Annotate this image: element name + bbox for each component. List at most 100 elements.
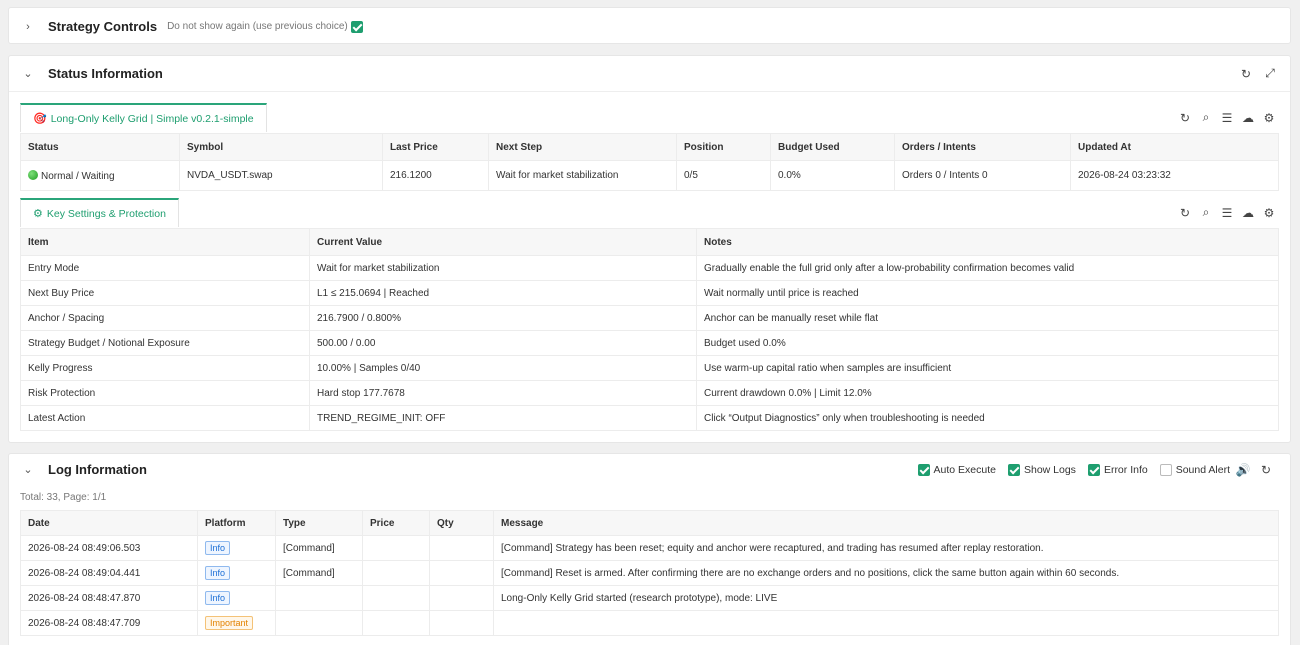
orders-intents-cell: Orders 0 / Intents 0 bbox=[894, 160, 1071, 191]
log-summary: Total: 33, Page: 1/1 bbox=[20, 492, 107, 503]
position-cell: 0/5 bbox=[676, 160, 771, 191]
status-table: Status Symbol Last Price Next Step Posit… bbox=[20, 133, 1279, 191]
auto-execute-checkbox[interactable] bbox=[917, 464, 930, 476]
value-cell: TREND_REGIME_INIT: OFF bbox=[309, 405, 697, 431]
gear-icon: ⚙ bbox=[33, 208, 43, 220]
refresh-icon[interactable]: ↻ bbox=[1256, 461, 1276, 479]
notes-cell: Gradually enable the full grid only afte… bbox=[696, 255, 1279, 281]
show-logs-checkbox[interactable] bbox=[1007, 464, 1020, 476]
value-cell: Hard stop 177.7678 bbox=[309, 380, 697, 406]
message-cell bbox=[493, 610, 1279, 636]
value-cell: Wait for market stabilization bbox=[309, 255, 697, 281]
gear-icon[interactable]: ⚙ bbox=[1259, 109, 1279, 127]
platform-cell: Info bbox=[197, 585, 276, 611]
date-cell: 2026-08-24 08:48:47.709 bbox=[20, 610, 198, 636]
item-cell: Anchor / Spacing bbox=[20, 305, 310, 331]
auto-execute-option[interactable]: Auto Execute bbox=[917, 464, 996, 476]
price-cell bbox=[362, 535, 430, 561]
sound-alert-checkbox[interactable] bbox=[1159, 464, 1172, 476]
type-cell: [Command] bbox=[275, 535, 363, 561]
status-text: Normal / Waiting bbox=[41, 170, 115, 182]
info-badge: Info bbox=[205, 541, 231, 555]
expand-icon[interactable]: ⤢ bbox=[1260, 65, 1280, 83]
price-cell bbox=[362, 610, 430, 636]
cloud-upload-icon[interactable]: ☁ bbox=[1238, 204, 1258, 222]
sound-alert-option[interactable]: Sound Alert bbox=[1159, 464, 1230, 476]
next-step-cell: Wait for market stabilization bbox=[488, 160, 677, 191]
item-cell: Entry Mode bbox=[20, 255, 310, 281]
status-information-title: Status Information bbox=[48, 66, 163, 81]
qty-cell bbox=[429, 585, 494, 611]
column-header: Budget Used bbox=[770, 133, 895, 161]
item-cell: Next Buy Price bbox=[20, 280, 310, 306]
chevron-right-icon[interactable]: › bbox=[21, 21, 35, 33]
tab-label: Key Settings & Protection bbox=[46, 207, 166, 220]
table-row: Normal / Waiting NVDA_USDT.swap 216.1200… bbox=[20, 160, 1279, 191]
column-header: Type bbox=[275, 510, 363, 536]
status-information-panel: ⌄ Status Information ↻ ⤢ 🎯 Long-Only Kel… bbox=[8, 55, 1291, 443]
table-row: 2026-08-24 08:49:06.503 Info [Command] [… bbox=[20, 535, 1279, 561]
refresh-icon[interactable]: ↻ bbox=[1236, 65, 1256, 83]
search-icon[interactable]: ⌕ bbox=[1196, 109, 1216, 127]
chevron-down-icon[interactable]: ⌄ bbox=[21, 67, 35, 80]
menu-icon[interactable]: ☰ bbox=[1217, 109, 1237, 127]
refresh-icon[interactable]: ↻ bbox=[1175, 109, 1195, 127]
qty-cell bbox=[429, 560, 494, 586]
price-cell bbox=[362, 585, 430, 611]
message-cell: [Command] Strategy has been reset; equit… bbox=[493, 535, 1279, 561]
key-settings-table: Item Current Value Notes Entry Mode Wait … bbox=[20, 228, 1279, 431]
budget-used-cell: 0.0% bbox=[770, 160, 895, 191]
strategy-controls-panel: › Strategy Controls Do not show again (u… bbox=[8, 7, 1291, 44]
tab-key-settings[interactable]: ⚙ Key Settings & Protection bbox=[20, 198, 179, 227]
sound-alert-label: Sound Alert bbox=[1175, 464, 1230, 476]
info-badge: Info bbox=[205, 566, 231, 580]
notes-cell: Current drawdown 0.0% | Limit 12.0% bbox=[696, 380, 1279, 406]
notes-cell: Click “Output Diagnostics” only when tro… bbox=[696, 405, 1279, 431]
value-cell: 216.7900 / 0.800% bbox=[309, 305, 697, 331]
platform-cell: Info bbox=[197, 560, 276, 586]
column-header: Price bbox=[362, 510, 430, 536]
gear-icon[interactable]: ⚙ bbox=[1259, 204, 1279, 222]
tab-long-only-kelly-grid[interactable]: 🎯 Long-Only Kelly Grid | Simple v0.2.1-s… bbox=[20, 103, 267, 132]
qty-cell bbox=[429, 610, 494, 636]
menu-icon[interactable]: ☰ bbox=[1217, 204, 1237, 222]
column-header: Last Price bbox=[382, 133, 489, 161]
type-cell: [Command] bbox=[275, 560, 363, 586]
log-information-panel: ⌄ Log Information Auto Execute Show Logs… bbox=[8, 453, 1291, 645]
green-status-icon bbox=[28, 169, 38, 180]
auto-execute-label: Auto Execute bbox=[933, 464, 996, 476]
item-cell: Latest Action bbox=[20, 405, 310, 431]
error-info-checkbox[interactable] bbox=[1087, 464, 1100, 476]
notes-cell: Budget used 0.0% bbox=[696, 330, 1279, 356]
price-cell bbox=[362, 560, 430, 586]
dont-show-again-checkbox[interactable] bbox=[350, 20, 363, 33]
column-header: Notes bbox=[696, 228, 1279, 256]
table-row: 2026-08-24 08:48:47.870 Info Long-Only K… bbox=[20, 585, 1279, 611]
value-cell: 500.00 / 0.00 bbox=[309, 330, 697, 356]
symbol-cell: NVDA_USDT.swap bbox=[179, 160, 383, 191]
column-header: Symbol bbox=[179, 133, 383, 161]
column-header: Position bbox=[676, 133, 771, 161]
platform-cell: Important bbox=[197, 610, 276, 636]
qty-cell bbox=[429, 535, 494, 561]
notes-cell: Wait normally until price is reached bbox=[696, 280, 1279, 306]
column-header: Status bbox=[20, 133, 180, 161]
dont-show-again-label: Do not show again (use previous choice) bbox=[167, 21, 348, 32]
message-cell: [Command] Reset is armed. After confirmi… bbox=[493, 560, 1279, 586]
column-header: Orders / Intents bbox=[894, 133, 1071, 161]
chevron-down-icon[interactable]: ⌄ bbox=[21, 463, 35, 476]
speaker-icon[interactable]: 🔊 bbox=[1236, 461, 1251, 479]
strategy-controls-title: Strategy Controls bbox=[48, 19, 158, 34]
search-icon[interactable]: ⌕ bbox=[1196, 204, 1216, 222]
column-header: Platform bbox=[197, 510, 276, 536]
updated-at-cell: 2026-08-24 03:23:32 bbox=[1070, 160, 1279, 191]
error-info-option[interactable]: Error Info bbox=[1087, 464, 1148, 476]
column-header: Message bbox=[493, 510, 1279, 536]
cloud-upload-icon[interactable]: ☁ bbox=[1238, 109, 1258, 127]
item-cell: Strategy Budget / Notional Exposure bbox=[20, 330, 310, 356]
table-row: Kelly Progress 10.00% | Samples 0/40 Use w… bbox=[20, 355, 1279, 381]
refresh-icon[interactable]: ↻ bbox=[1175, 204, 1195, 222]
column-header: Next Step bbox=[488, 133, 677, 161]
column-header: Item bbox=[20, 228, 310, 256]
show-logs-option[interactable]: Show Logs bbox=[1007, 464, 1076, 476]
